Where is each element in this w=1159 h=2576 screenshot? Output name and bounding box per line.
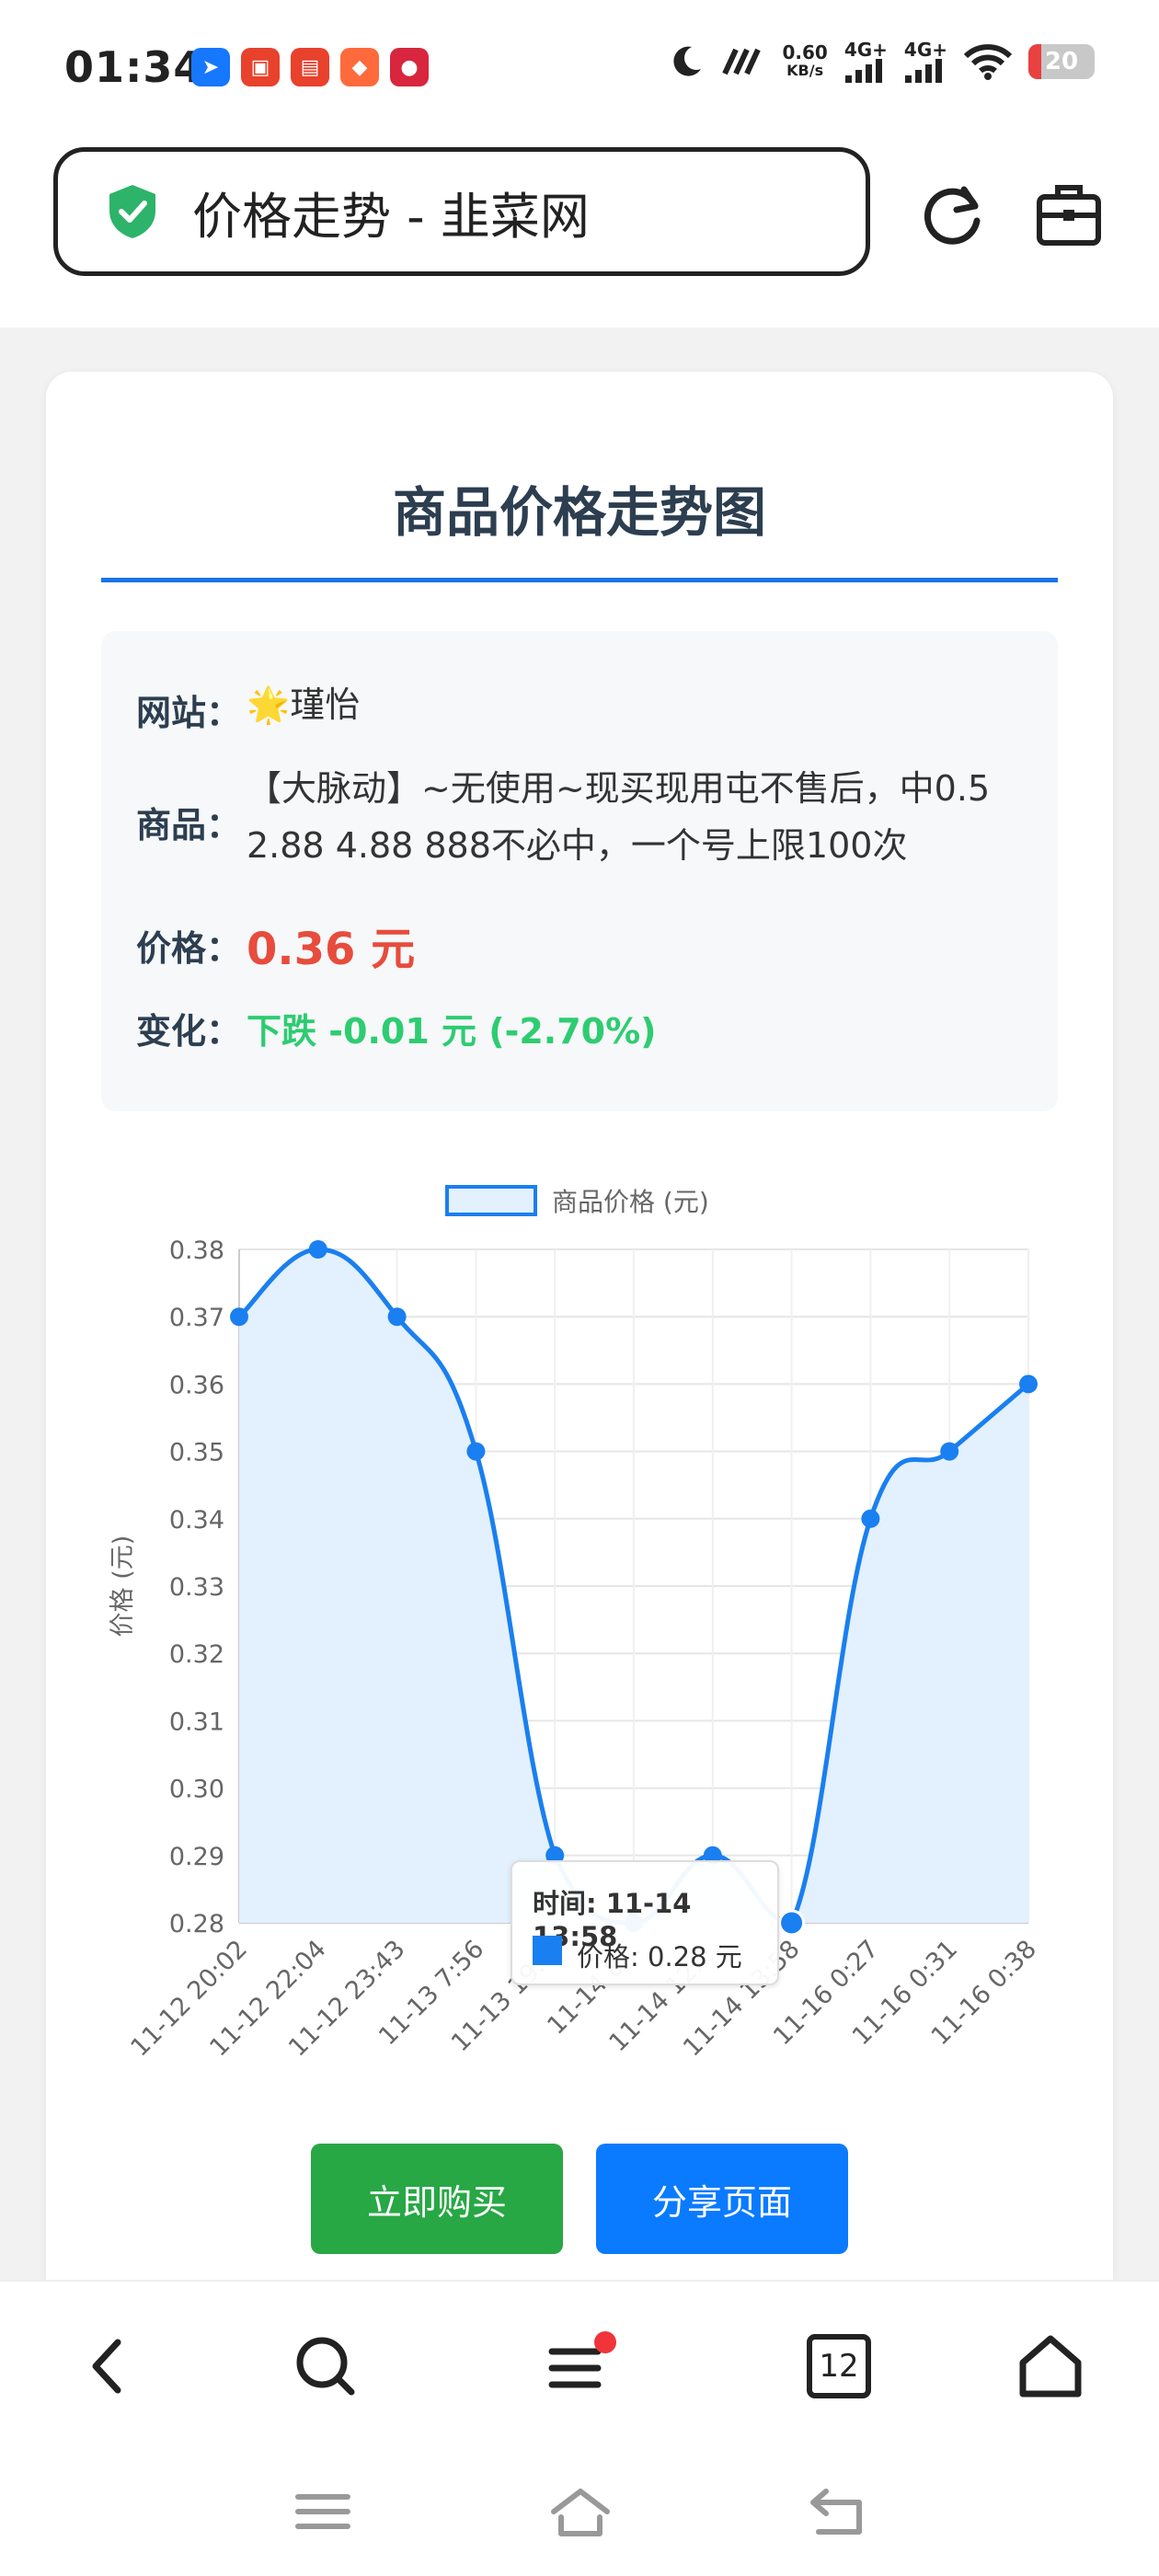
- legend-swatch: [445, 1185, 537, 1216]
- y-tick-label: 0.30: [169, 1776, 224, 1804]
- nfc-icon: [722, 48, 762, 75]
- title-divider: [101, 578, 1058, 582]
- wifi-icon: [964, 44, 1012, 80]
- system-home-icon[interactable]: [548, 2484, 613, 2539]
- network-speed: 0.60 KB/s: [782, 43, 827, 80]
- system-back-icon[interactable]: [806, 2484, 870, 2539]
- change-label: 变化：: [136, 1011, 242, 1052]
- data-point: [778, 1909, 806, 1937]
- shield-check-icon: [109, 185, 155, 238]
- data-point: [940, 1442, 959, 1461]
- tabs-count: 12: [819, 2348, 859, 2385]
- signal-1: 4G+: [844, 40, 888, 83]
- tooltip-swatch: [533, 1936, 562, 1965]
- site-value: 🌟瑾怡: [247, 684, 361, 725]
- product-name-line: 【大脉动】~无使用~现买现用屯不售后，中0.5: [247, 768, 991, 809]
- browser-toolbar: 价格走势 - 韭菜网: [0, 138, 1159, 328]
- briefcase-icon[interactable]: [1036, 182, 1102, 247]
- data-point: [387, 1307, 407, 1327]
- data-point: [308, 1240, 327, 1259]
- signal-1-label: 4G+: [843, 39, 888, 61]
- product-info-box: 网站： 🌟瑾怡 商品： 【大脉动】~无使用~现买现用屯不售后，中0.5 2.88…: [101, 631, 1058, 1111]
- page-title: 价格走势 - 韭菜网: [192, 187, 590, 246]
- buy-now-button[interactable]: 立即购买: [311, 2144, 563, 2254]
- recent-apps-icon[interactable]: [291, 2484, 355, 2539]
- product-name: 【大脉动】~无使用~现买现用屯不售后，中0.5 2.88 4.88 888不必中…: [247, 760, 990, 874]
- status-indicators: 0.60 KB/s 4G+ 4G+ 20: [668, 40, 1095, 83]
- signal-bars-icon: [905, 59, 943, 83]
- price-trend-card: 商品价格走势图 网站： 🌟瑾怡 商品： 【大脉动】~无使用~现买现用屯不售后，中…: [46, 372, 1113, 2304]
- data-point: [466, 1442, 486, 1461]
- tabs-button[interactable]: 12: [802, 2329, 876, 2403]
- data-point: [861, 1509, 880, 1528]
- share-page-button[interactable]: 分享页面: [596, 2144, 848, 2254]
- search-icon[interactable]: [289, 2329, 362, 2403]
- status-app-icons: ➤ ▣ ▤ ◆ ●: [191, 48, 429, 86]
- battery-icon: 20: [1028, 44, 1095, 79]
- product-name-line: 2.88 4.88 888不必中，一个号上限100次: [247, 825, 908, 866]
- y-tick-label: 0.35: [169, 1439, 224, 1467]
- app-notification-icon: ▤: [291, 48, 329, 86]
- y-tick-label: 0.34: [169, 1506, 224, 1535]
- y-tick-label: 0.36: [169, 1371, 224, 1399]
- product-row: 商品： 【大脉动】~无使用~现买现用屯不售后，中0.5 2.88 4.88 88…: [136, 760, 990, 874]
- system-nav-bar: [0, 2451, 1159, 2576]
- y-tick-label: 0.37: [169, 1304, 224, 1332]
- data-point: [230, 1307, 248, 1327]
- chart-tooltip: 时间: 11-14 13:58 价格: 0.28 元: [511, 1860, 779, 1985]
- back-icon[interactable]: [74, 2329, 147, 2403]
- home-icon[interactable]: [1014, 2329, 1087, 2403]
- battery-level: 20: [1044, 48, 1079, 75]
- y-tick-label: 0.29: [169, 1843, 224, 1871]
- y-tick-label: 0.28: [169, 1910, 224, 1938]
- app-notification-icon: ➤: [191, 48, 230, 86]
- signal-bars-icon: [845, 59, 883, 83]
- product-label: 商品：: [136, 805, 242, 845]
- price-label: 价格：: [136, 927, 242, 969]
- y-tick-label: 0.32: [169, 1640, 224, 1669]
- data-point: [1019, 1374, 1038, 1394]
- y-tick-label: 0.38: [169, 1236, 224, 1265]
- menu-icon[interactable]: [543, 2329, 616, 2403]
- network-speed-unit: KB/s: [786, 62, 824, 79]
- app-notification-icon: ●: [390, 48, 429, 86]
- address-bar[interactable]: 价格走势 - 韭菜网: [53, 147, 870, 276]
- price-row: 价格： 0.36 元: [136, 913, 415, 977]
- app-notification-icon: ◆: [340, 48, 379, 86]
- legend-label: 商品价格 (元): [552, 1187, 709, 1217]
- signal-2-label: 4G+: [903, 39, 947, 61]
- card-title: 商品价格走势图: [392, 481, 766, 544]
- price-value: 0.36 元: [247, 924, 416, 975]
- app-notification-icon: ▣: [241, 48, 280, 86]
- network-speed-value: 0.60: [782, 41, 828, 63]
- status-bar: 01:34 ➤ ▣ ▤ ◆ ● 0.60 KB/s 4G+ 4G+ 20: [0, 0, 1159, 138]
- site-row: 网站： 🌟瑾怡: [136, 684, 360, 735]
- change-value: 下跌 -0.01 元 (-2.70%): [247, 1011, 657, 1052]
- status-time: 01:34: [64, 42, 204, 92]
- signal-2: 4G+: [904, 40, 947, 83]
- tooltip-body: 价格: 0.28 元: [577, 1941, 742, 1972]
- y-tick-label: 0.31: [169, 1708, 224, 1736]
- change-row: 变化： 下跌 -0.01 元 (-2.70%): [136, 1003, 657, 1053]
- moon-icon: [673, 46, 702, 76]
- site-label: 网站：: [136, 693, 242, 733]
- refresh-icon[interactable]: [918, 180, 988, 250]
- y-axis-label: 价格 (元): [109, 1535, 137, 1638]
- y-tick-label: 0.33: [169, 1573, 224, 1602]
- browser-bottom-nav: 12: [0, 2280, 1159, 2453]
